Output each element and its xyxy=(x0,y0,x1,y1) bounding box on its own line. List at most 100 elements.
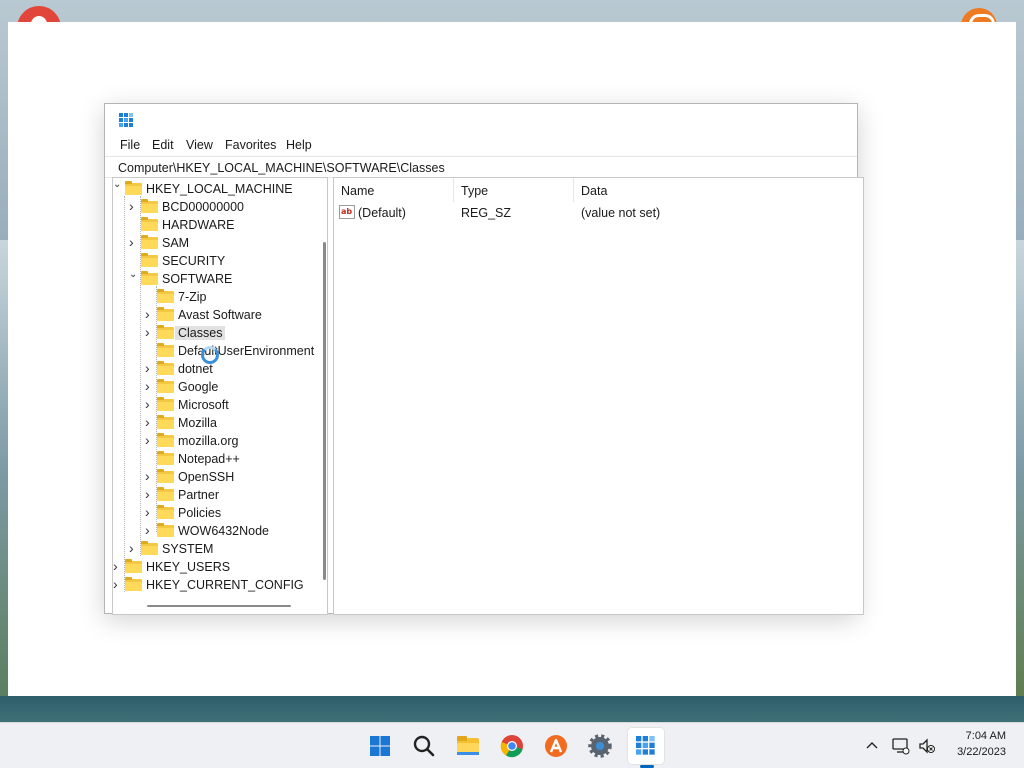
menu-favorites[interactable]: Favorites xyxy=(225,138,276,152)
menu-view[interactable]: View xyxy=(186,138,213,152)
chevron-right-icon[interactable]: › xyxy=(129,541,139,555)
tree-item[interactable]: Notepad++ xyxy=(113,450,323,468)
tree-item[interactable]: › Partner xyxy=(113,486,323,504)
tree-item-label: dotnet xyxy=(178,362,213,376)
tree-item-label: Classes xyxy=(175,326,226,340)
folder-icon xyxy=(141,217,158,231)
chevron-right-icon[interactable]: › xyxy=(145,397,155,411)
tree-item[interactable]: › SAM xyxy=(113,234,323,252)
folder-icon xyxy=(157,451,174,465)
key-tree-pane[interactable]: ⌄ HKEY_LOCAL_MACHINE › BCD00000000 HARDWARE ›… xyxy=(112,177,328,615)
tree-horizontal-scrollbar[interactable] xyxy=(147,605,291,607)
tree-item[interactable]: › Google xyxy=(113,378,323,396)
chevron-up-icon[interactable] xyxy=(865,739,879,753)
value-row[interactable]: ab (Default) REG_SZ (value not set) xyxy=(334,204,862,222)
tree-item[interactable]: HARDWARE xyxy=(113,216,323,234)
tree-item[interactable]: › Avast Software xyxy=(113,306,323,324)
menu-help[interactable]: Help xyxy=(286,138,312,152)
taskbar: 7:04 AM 3/22/2023 xyxy=(0,722,1024,768)
chevron-right-icon[interactable]: › xyxy=(129,199,139,213)
menu-edit[interactable]: Edit xyxy=(152,138,174,152)
tree-item-label: BCD00000000 xyxy=(162,200,245,214)
tree-item[interactable]: SECURITY xyxy=(113,252,323,270)
chevron-right-icon[interactable]: › xyxy=(145,433,155,447)
chevron-right-icon[interactable]: › xyxy=(145,523,155,537)
chevron-right-icon[interactable]: › xyxy=(145,307,155,321)
folder-icon xyxy=(157,343,174,357)
chevron-right-icon[interactable]: › xyxy=(113,559,123,573)
tree-item[interactable]: › HKEY_USERS xyxy=(113,558,323,576)
regedit-icon xyxy=(636,736,655,755)
clock-time[interactable]: 7:04 AM xyxy=(944,730,1006,742)
tree-item-label: Notepad++ xyxy=(178,452,240,466)
folder-icon xyxy=(157,397,174,411)
tree-item[interactable]: › Classes xyxy=(113,324,323,342)
tree-item[interactable]: 7-Zip xyxy=(113,288,323,306)
column-header-type[interactable]: Type xyxy=(454,178,574,202)
tree-item[interactable]: › Microsoft xyxy=(113,396,323,414)
values-list-pane[interactable]: Name Type Data ab (Default) REG_SZ (valu… xyxy=(333,177,864,615)
tree-item-label: Avast Software xyxy=(178,308,262,322)
tree-item[interactable]: › SYSTEM xyxy=(113,540,323,558)
value-data: (value not set) xyxy=(581,206,661,220)
folder-icon xyxy=(141,541,158,555)
column-header-data[interactable]: Data xyxy=(574,178,860,202)
column-header-name[interactable]: Name xyxy=(334,178,454,202)
clock-date[interactable]: 3/22/2023 xyxy=(944,746,1006,758)
chevron-right-icon[interactable]: › xyxy=(145,469,155,483)
folder-icon xyxy=(157,523,174,537)
chrome-icon[interactable] xyxy=(498,732,526,760)
tree-item-label: SOFTWARE xyxy=(162,272,233,286)
tree-item[interactable]: › HKEY_CURRENT_CONFIG xyxy=(113,576,323,594)
chevron-right-icon[interactable]: › xyxy=(145,379,155,393)
desktop-wallpaper-right xyxy=(1016,240,1024,700)
regedit-app-icon xyxy=(119,113,133,127)
folder-icon xyxy=(157,307,174,321)
tree-vertical-scrollbar[interactable] xyxy=(323,242,326,580)
tree-item-label: DefaultUserEnvironment xyxy=(178,344,315,358)
chevron-down-icon[interactable]: ⌄ xyxy=(113,179,123,191)
tree-item[interactable]: › mozilla.org xyxy=(113,432,323,450)
desktop-wallpaper-bottom xyxy=(0,696,1024,722)
folder-icon xyxy=(157,289,174,303)
chevron-right-icon[interactable]: › xyxy=(145,415,155,429)
tree-item[interactable]: › dotnet xyxy=(113,360,323,378)
avast-icon[interactable] xyxy=(542,732,570,760)
folder-icon xyxy=(157,325,174,339)
title-bar[interactable] xyxy=(105,104,857,134)
regedit-taskbar-button[interactable] xyxy=(628,728,664,764)
start-icon[interactable] xyxy=(366,732,394,760)
file-explorer-icon[interactable] xyxy=(454,732,482,760)
chevron-right-icon[interactable]: › xyxy=(129,235,139,249)
folder-icon xyxy=(141,253,158,267)
address-path[interactable]: Computer\HKEY_LOCAL_MACHINE\SOFTWARE\Cla… xyxy=(118,161,445,175)
tree-item[interactable]: ⌄ HKEY_LOCAL_MACHINE xyxy=(113,179,323,198)
address-bar[interactable]: Computer\HKEY_LOCAL_MACHINE\SOFTWARE\Cla… xyxy=(105,156,857,178)
tree-item[interactable]: › WOW6432Node xyxy=(113,522,323,540)
search-icon[interactable] xyxy=(410,732,438,760)
chevron-down-icon[interactable]: ⌄ xyxy=(129,269,139,281)
menu-file[interactable]: File xyxy=(120,138,140,152)
chevron-right-icon[interactable]: › xyxy=(145,325,155,339)
settings-icon[interactable] xyxy=(586,732,614,760)
chevron-right-icon[interactable]: › xyxy=(145,361,155,375)
tree-item[interactable]: › Policies xyxy=(113,504,323,522)
tree-item-label: WOW6432Node xyxy=(178,524,270,538)
tree-item-label: HKEY_CURRENT_CONFIG xyxy=(146,578,304,592)
tree-item-label: mozilla.org xyxy=(178,434,239,448)
folder-icon xyxy=(141,271,158,285)
chevron-right-icon[interactable]: › xyxy=(145,505,155,519)
tree-item[interactable]: › OpenSSH xyxy=(113,468,323,486)
desktop-wallpaper-left xyxy=(0,240,8,700)
chevron-right-icon[interactable]: › xyxy=(113,577,123,591)
network-icon[interactable] xyxy=(892,737,910,755)
tree-item[interactable]: ⌄ SOFTWARE xyxy=(113,269,323,288)
folder-icon xyxy=(125,577,142,591)
volume-muted-icon[interactable] xyxy=(918,737,936,755)
folder-icon xyxy=(125,181,142,195)
tree-item[interactable]: › Mozilla xyxy=(113,414,323,432)
chevron-right-icon[interactable]: › xyxy=(145,487,155,501)
tree-item[interactable]: › BCD00000000 xyxy=(113,198,323,216)
